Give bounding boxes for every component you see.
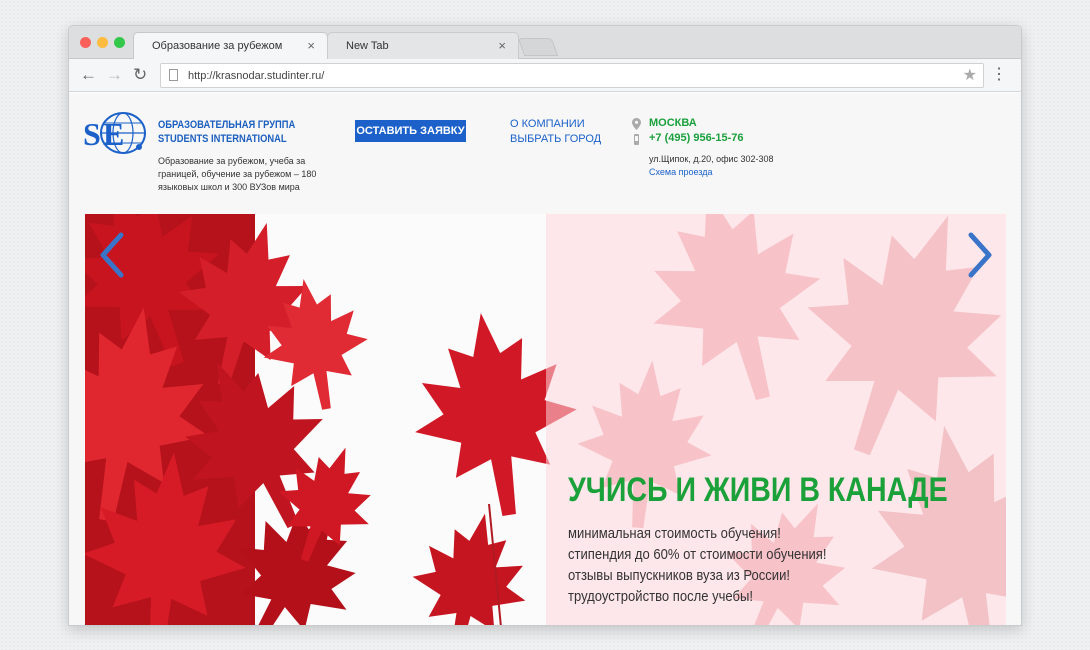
brand-line-2: STUDENTS INTERNATIONAL: [158, 133, 287, 145]
tab-title: New Tab: [346, 40, 389, 52]
location-pin-icon: [632, 118, 641, 130]
slide-features-list: минимальная стоимость обучения! стипенди…: [568, 523, 827, 607]
brand-line-1: ОБРАЗОВАТЕЛЬНАЯ ГРУППА: [158, 119, 296, 131]
slider-prev-arrow-icon[interactable]: [97, 232, 127, 278]
brand-name: ОБРАЗОВАТЕЛЬНАЯ ГРУППА STUDENTS INTERNAT…: [158, 118, 295, 146]
bookmark-star-icon[interactable]: ★: [963, 65, 977, 85]
page-icon: [169, 69, 178, 81]
nav-choose-city-link[interactable]: ВЫБРАТЬ ГОРОД: [510, 132, 601, 147]
new-tab-button[interactable]: [517, 38, 559, 56]
page-viewport: S E ОБРАЗОВАТЕЛЬНАЯ ГРУППА STUDENTS INTE…: [69, 93, 1021, 625]
tab-active[interactable]: Образование за рубежом ×: [133, 32, 328, 59]
tab-new-tab[interactable]: New Tab ×: [327, 32, 519, 59]
feature-item: стипендия до 60% от стоимости обучения!: [568, 546, 827, 563]
maximize-window-button[interactable]: [114, 37, 125, 48]
office-address: ул.Щипок, д.20, офис 302-308: [649, 154, 774, 164]
slider-next-arrow-icon[interactable]: [965, 232, 995, 278]
header-nav: О КОМПАНИИ ВЫБРАТЬ ГОРОД: [510, 117, 601, 147]
submit-request-button[interactable]: ОСТАВИТЬ ЗАЯВКУ: [355, 120, 466, 142]
logo[interactable]: S E: [83, 109, 149, 157]
phone-icon: [634, 134, 639, 145]
tab-bar: Образование за рубежом × New Tab ×: [69, 26, 1021, 59]
tagline: Образование за рубежом, учеба за границе…: [158, 156, 317, 192]
close-window-button[interactable]: [80, 37, 91, 48]
phone-number[interactable]: +7 (495) 956-15-76: [649, 132, 743, 144]
hero-slider: УЧИСЬ И ЖИВИ В КАНАДЕ минимальная стоимо…: [85, 214, 1006, 625]
browser-toolbar: ← → ↻ http://krasnodar.studinter.ru/ ★ ⋮: [69, 59, 1021, 92]
window-controls: [80, 37, 125, 48]
forward-icon[interactable]: →: [106, 65, 123, 85]
directions-link[interactable]: Схема проезда: [649, 167, 712, 177]
nav-about-link[interactable]: О КОМПАНИИ: [510, 117, 601, 132]
minimize-window-button[interactable]: [97, 37, 108, 48]
slide-title: УЧИСЬ И ЖИВИ В КАНАДЕ: [568, 471, 948, 509]
close-tab-icon[interactable]: ×: [498, 38, 506, 53]
svg-text:E: E: [103, 116, 124, 152]
browser-menu-icon[interactable]: ⋮: [991, 65, 1007, 85]
city-name: МОСКВА: [649, 117, 697, 129]
tab-title: Образование за рубежом: [152, 40, 283, 52]
feature-item: отзывы выпускников вуза из России!: [568, 567, 790, 584]
reload-icon[interactable]: ↻: [133, 65, 147, 85]
address-bar[interactable]: http://krasnodar.studinter.ru/ ★: [160, 63, 984, 88]
feature-item: минимальная стоимость обучения!: [568, 525, 781, 542]
svg-text:S: S: [83, 116, 101, 152]
close-tab-icon[interactable]: ×: [307, 38, 315, 53]
url-text: http://krasnodar.studinter.ru/: [188, 69, 325, 82]
feature-item: трудоустройство после учебы!: [568, 588, 754, 605]
back-icon[interactable]: ←: [80, 65, 97, 85]
browser-window: Образование за рубежом × New Tab × ← → ↻…: [68, 25, 1022, 626]
